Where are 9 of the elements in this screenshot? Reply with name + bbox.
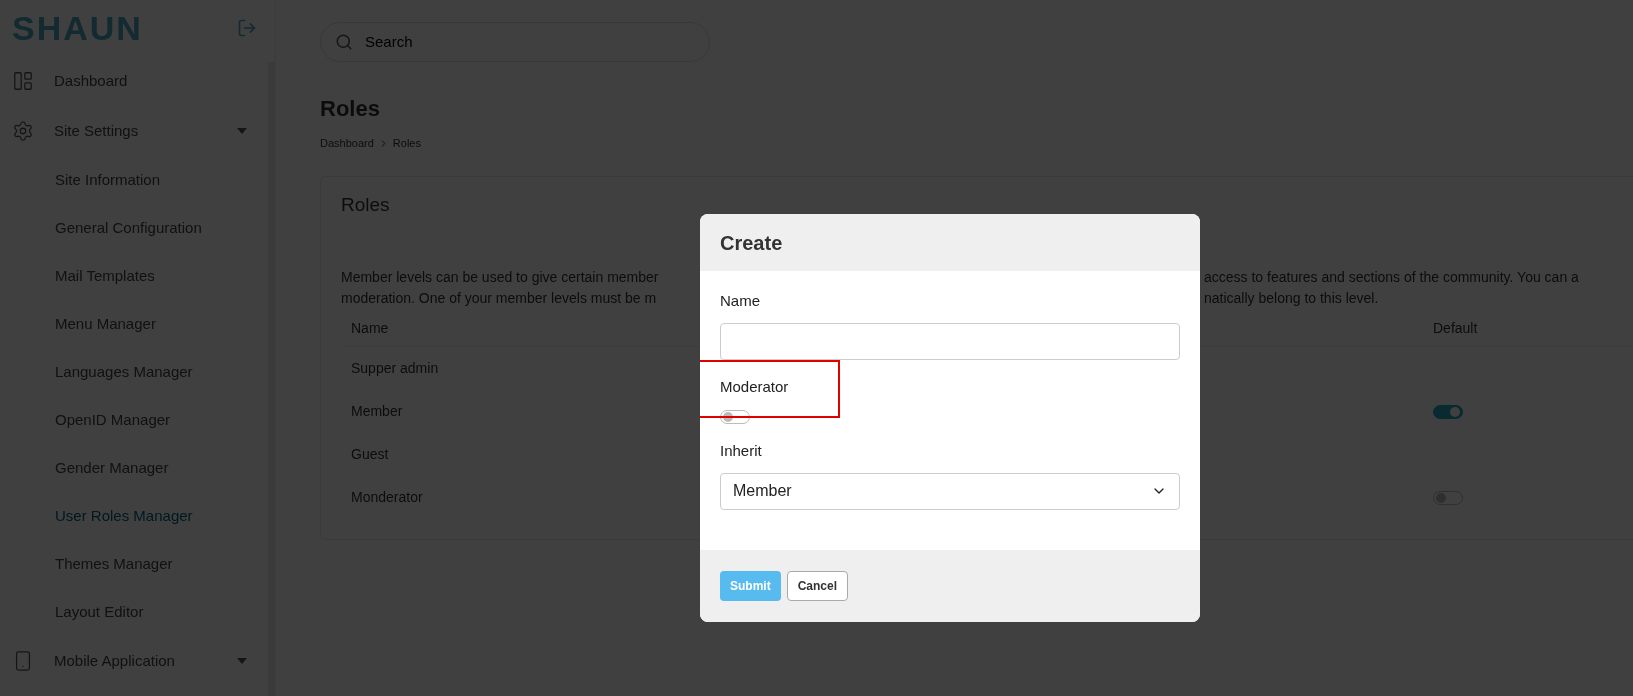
cancel-button[interactable]: Cancel	[786, 570, 849, 601]
field-label: Moderator	[720, 376, 789, 397]
field-label: Name	[720, 291, 760, 311]
dialog-title: Create	[720, 230, 783, 256]
search-input[interactable]: Search	[365, 30, 695, 54]
name-input[interactable]	[720, 322, 1180, 360]
submit-button[interactable]: Submit	[720, 570, 781, 601]
inherit-select[interactable]: Member	[720, 472, 1180, 510]
field-label: Inherit	[720, 441, 762, 461]
